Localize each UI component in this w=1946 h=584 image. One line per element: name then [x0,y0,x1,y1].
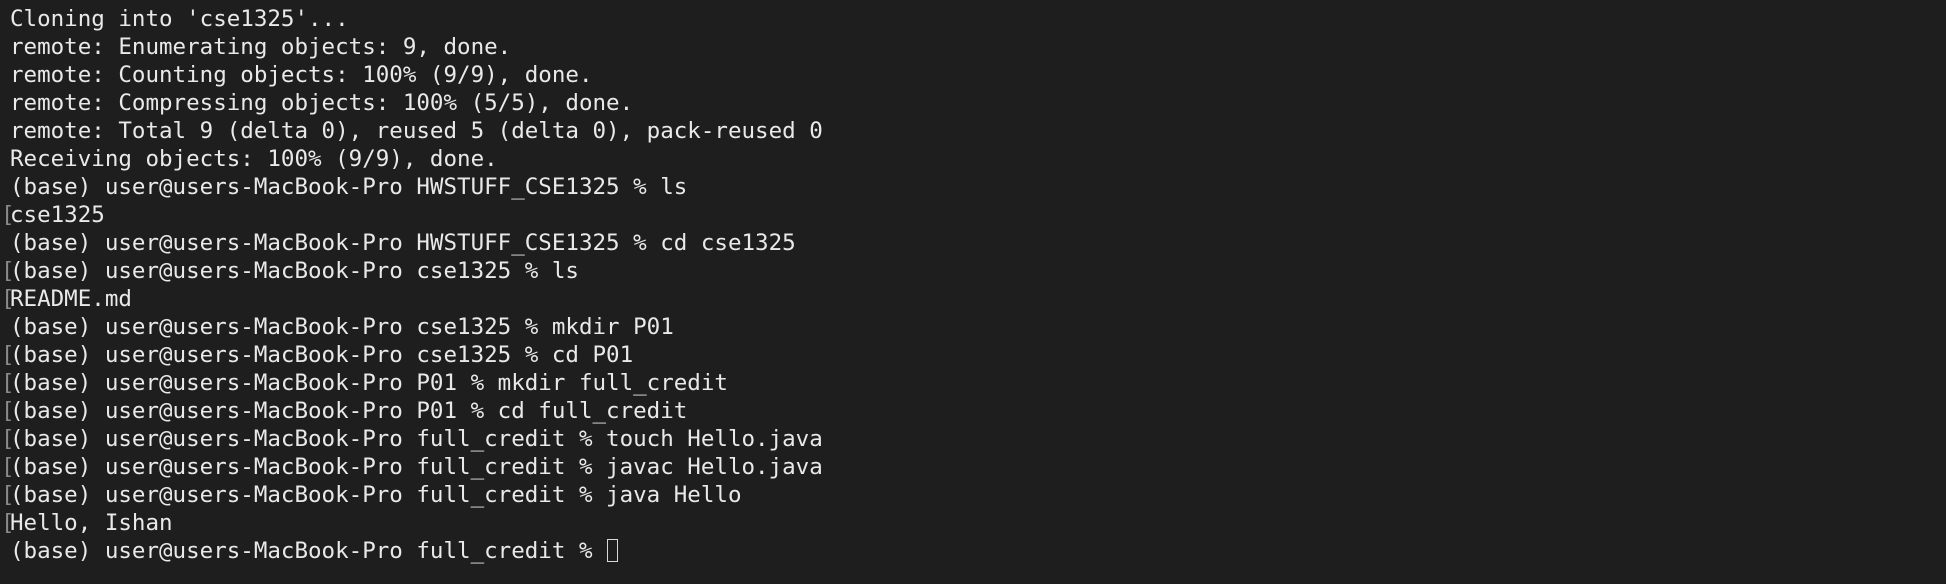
terminal-line: [(base) user@users-MacBook-Pro P01 % mkd… [0,369,1946,397]
terminal-line: [(base) user@users-MacBook-Pro cse1325 %… [0,341,1946,369]
line-mark: [ [1,454,15,480]
line-text: Receiving objects: 100% (9/9), done. [10,146,498,172]
prompt-text: (base) user@users-MacBook-Pro full_credi… [10,538,607,564]
terminal-window[interactable]: Cloning into 'cse1325'... remote: Enumer… [0,0,1946,584]
line-text: remote: Total 9 (delta 0), reused 5 (del… [10,118,823,144]
line-text: (base) user@users-MacBook-Pro HWSTUFF_CS… [10,230,796,256]
line-text: (base) user@users-MacBook-Pro full_credi… [10,482,742,508]
terminal-prompt-line[interactable]: (base) user@users-MacBook-Pro full_credi… [0,537,1946,565]
terminal-line: [README.md [0,285,1946,313]
terminal-line: (base) user@users-MacBook-Pro HWSTUFF_CS… [0,173,1946,201]
line-text: remote: Counting objects: 100% (9/9), do… [10,62,593,88]
terminal-line: [(base) user@users-MacBook-Pro full_cred… [0,481,1946,509]
terminal-line: [(base) user@users-MacBook-Pro full_cred… [0,453,1946,481]
terminal-line: [Hello, Ishan [0,509,1946,537]
terminal-line: Receiving objects: 100% (9/9), done. [0,145,1946,173]
line-text: (base) user@users-MacBook-Pro P01 % cd f… [10,398,688,424]
line-mark: [ [1,426,15,452]
line-text: README.md [10,286,132,312]
terminal-line: (base) user@users-MacBook-Pro HWSTUFF_CS… [0,229,1946,257]
line-mark: [ [1,398,15,424]
line-text: (base) user@users-MacBook-Pro cse1325 % … [10,342,634,368]
terminal-line: remote: Total 9 (delta 0), reused 5 (del… [0,117,1946,145]
line-mark: [ [1,510,15,536]
line-mark: [ [1,258,15,284]
line-mark: [ [1,370,15,396]
terminal-line: remote: Counting objects: 100% (9/9), do… [0,61,1946,89]
terminal-line: [(base) user@users-MacBook-Pro cse1325 %… [0,257,1946,285]
line-text: (base) user@users-MacBook-Pro cse1325 % … [10,258,579,284]
terminal-line: remote: Compressing objects: 100% (5/5),… [0,89,1946,117]
line-text: (base) user@users-MacBook-Pro HWSTUFF_CS… [10,174,688,200]
terminal-line: [(base) user@users-MacBook-Pro full_cred… [0,425,1946,453]
terminal-line: remote: Enumerating objects: 9, done. [0,33,1946,61]
line-text: remote: Enumerating objects: 9, done. [10,34,512,60]
terminal-line: [cse1325 [0,201,1946,229]
line-text: (base) user@users-MacBook-Pro full_credi… [10,454,823,480]
line-text: cse1325 [10,202,105,228]
line-mark: [ [1,482,15,508]
terminal-line: (base) user@users-MacBook-Pro cse1325 % … [0,313,1946,341]
terminal-line: [(base) user@users-MacBook-Pro P01 % cd … [0,397,1946,425]
line-text: remote: Compressing objects: 100% (5/5),… [10,90,634,116]
line-text: Hello, Ishan [10,510,173,536]
terminal-cursor[interactable] [607,539,619,562]
line-text: (base) user@users-MacBook-Pro cse1325 % … [10,314,674,340]
line-mark: [ [1,342,15,368]
line-mark: [ [1,202,15,228]
line-text: (base) user@users-MacBook-Pro P01 % mkdi… [10,370,728,396]
line-text: (base) user@users-MacBook-Pro full_credi… [10,426,823,452]
terminal-line: Cloning into 'cse1325'... [0,5,1946,33]
line-text: Cloning into 'cse1325'... [10,6,349,32]
line-mark: [ [1,286,15,312]
